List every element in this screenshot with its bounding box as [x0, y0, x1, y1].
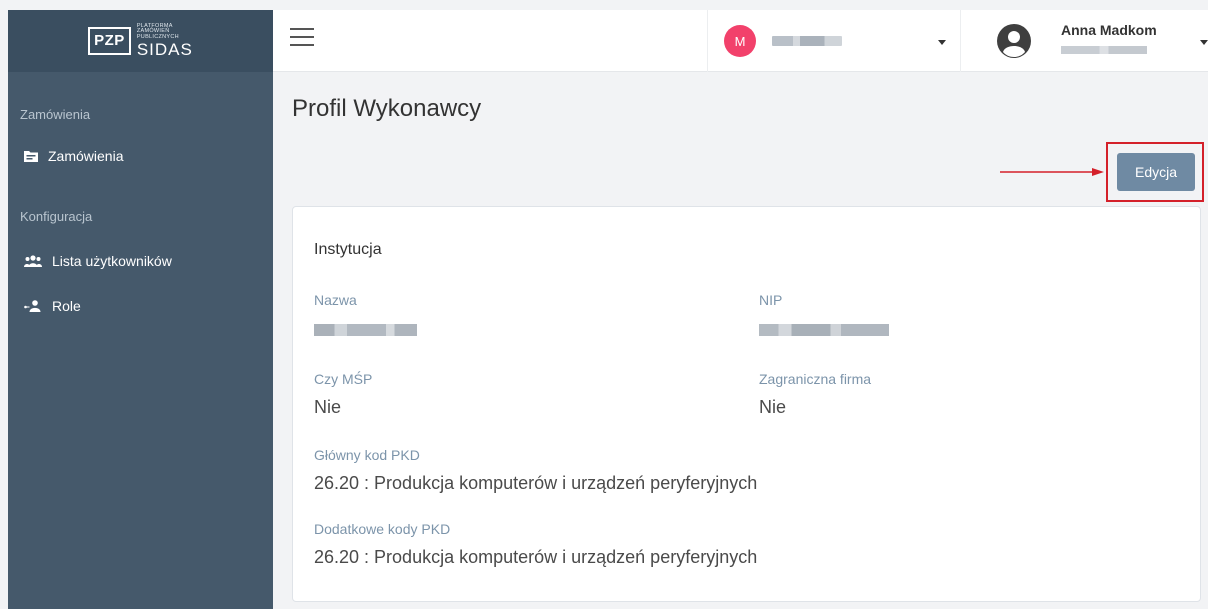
nip-value-redacted: [759, 324, 889, 336]
logo-bar: PZP PLATFORMA ZAMÓWIEŃ PUBLICZNYCH SIDAS: [8, 10, 273, 72]
sidebar-item-zamowienia[interactable]: Zamówienia: [8, 148, 123, 164]
institution-card: Instytucja Nazwa NIP Czy MŚP Nie Zagrani…: [292, 206, 1201, 602]
section-title-zamowienia: Zamówienia: [20, 107, 91, 122]
user-avatar-icon: [997, 24, 1031, 58]
msp-value: Nie: [314, 397, 342, 417]
page-title: Profil Wykonawcy: [292, 95, 482, 122]
org-name-redacted: [772, 36, 842, 46]
sidebar-item-label: Zamówienia: [48, 148, 124, 164]
sidebar: PZP PLATFORMA ZAMÓWIEŃ PUBLICZNYCH SIDAS…: [8, 10, 273, 609]
nazwa-value-redacted: [314, 324, 417, 336]
logo[interactable]: PZP PLATFORMA ZAMÓWIEŃ PUBLICZNYCH SIDAS: [87, 23, 194, 60]
extra-pkd-label: Dodatkowe kody PKD: [314, 521, 451, 537]
user-name: Anna Madkom: [1061, 22, 1157, 38]
sidebar-item-lista-uzytkownikow[interactable]: Lista użytkowników: [8, 253, 172, 269]
chevron-down-icon: [938, 40, 946, 45]
zagraniczna-value: Nie: [759, 397, 787, 417]
user-menu[interactable]: Anna Madkom: [997, 10, 1208, 72]
menu-icon[interactable]: [290, 28, 314, 52]
nip-label: NIP: [759, 292, 783, 308]
edit-button[interactable]: Edycja: [1117, 153, 1195, 191]
nazwa-label: Nazwa: [314, 292, 357, 308]
annotation-arrow: [1000, 168, 1104, 176]
sidebar-item-role[interactable]: Role: [8, 298, 81, 314]
logo-sidas: SIDAS: [136, 40, 193, 60]
user-role-icon: [24, 300, 41, 312]
topbar: M Anna Madkom: [273, 10, 1208, 72]
card-title: Instytucja: [314, 241, 382, 258]
msp-label: Czy MŚP: [314, 371, 373, 387]
extra-pkd-value: 26.20 : Produkcja komputerów i urządzeń …: [314, 547, 758, 567]
sidebar-item-label: Role: [52, 298, 81, 314]
section-title-konfiguracja: Konfiguracja: [20, 209, 93, 224]
pkd-value: 26.20 : Produkcja komputerów i urządzeń …: [314, 473, 758, 493]
org-avatar: M: [724, 25, 756, 57]
sidebar-item-label: Lista użytkowników: [52, 253, 172, 269]
logo-pzp: PZP: [88, 27, 131, 55]
user-email-redacted: [1061, 46, 1147, 54]
pkd-label: Główny kod PKD: [314, 447, 420, 463]
chevron-down-icon: [1200, 40, 1208, 45]
organization-selector[interactable]: M: [707, 10, 961, 72]
users-icon: [24, 255, 42, 267]
folder-icon: [24, 151, 38, 162]
zagraniczna-label: Zagraniczna firma: [759, 371, 872, 387]
